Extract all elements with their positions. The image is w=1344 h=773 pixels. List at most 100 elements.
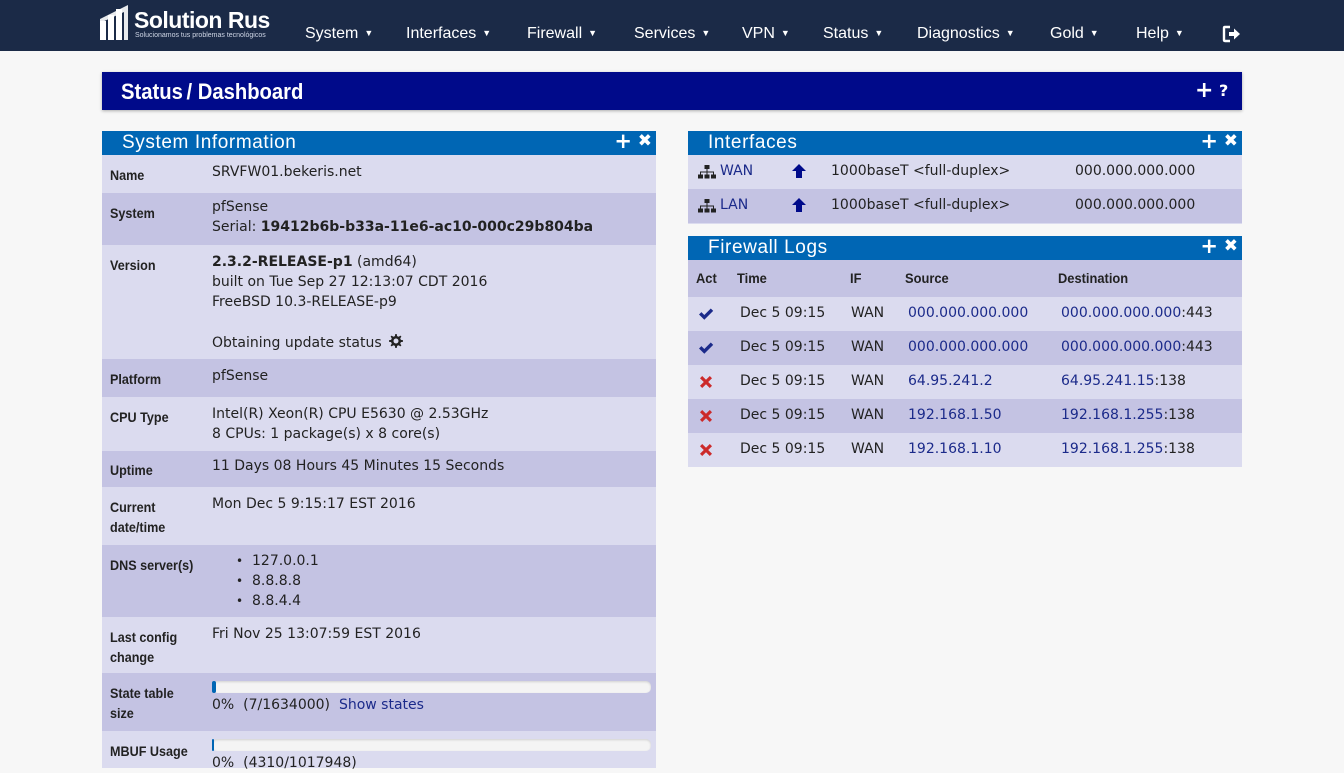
interface-name-link[interactable]: WAN	[720, 163, 753, 179]
nav-interfaces[interactable]: Interfaces ▼	[406, 25, 491, 43]
panel-close-button[interactable]: ✖	[1224, 131, 1238, 151]
panel-title: Interfaces	[708, 132, 798, 153]
nav-vpn[interactable]: VPN ▼	[742, 25, 790, 43]
row-platform: Platform pfSense	[102, 359, 656, 397]
log-destination-link[interactable]: 64.95.241.15	[1061, 373, 1155, 389]
interface-row-wan: WAN 1000baseT <full-duplex> 000.000.000.…	[688, 155, 1242, 189]
nav-label: System	[305, 25, 359, 42]
arrow-up-icon	[792, 198, 806, 212]
log-destination-link[interactable]: 192.168.1.255	[1061, 441, 1163, 457]
state-table-progress-bar	[212, 681, 651, 693]
version-line: 2.3.2-RELEASE-p1 (amd64)	[212, 252, 417, 272]
times-icon[interactable]	[698, 374, 714, 390]
value: pfSense	[212, 368, 269, 384]
log-destination-port: :138	[1163, 407, 1195, 423]
nav-status[interactable]: Status ▼	[823, 25, 883, 43]
firewall-logs-panel: Firewall Logs + ✖ Act Time IF Source Des…	[688, 234, 1242, 467]
log-source-link[interactable]: 192.168.1.50	[908, 407, 1002, 423]
label: DNS server(s)	[110, 557, 194, 573]
sign-out-icon[interactable]	[1222, 24, 1242, 44]
column-header-act: Act	[696, 270, 717, 286]
times-icon[interactable]	[698, 408, 714, 424]
nav-help[interactable]: Help ▼	[1136, 25, 1184, 43]
brand-logo[interactable]: Solution Rus Solucionamos tus problemas …	[98, 5, 278, 45]
table-row: Dec 5 09:15 WAN 000.000.000.000 000.000.…	[688, 297, 1242, 331]
breadcrumb-separator: /	[186, 79, 193, 104]
nav-diagnostics[interactable]: Diagnostics ▼	[917, 25, 1015, 43]
panel-settings-button[interactable]: +	[1200, 129, 1218, 153]
table-header-row: Act Time IF Source Destination	[688, 260, 1242, 297]
panel-close-button[interactable]: ✖	[1224, 236, 1238, 256]
caret-down-icon: ▼	[1174, 28, 1184, 38]
log-interface: WAN	[851, 407, 885, 423]
update-status-line: Obtaining update status	[212, 333, 404, 353]
log-interface: WAN	[851, 441, 885, 457]
progress-fill	[212, 739, 214, 751]
log-destination-port: :138	[1163, 441, 1195, 457]
interface-name-link[interactable]: LAN	[720, 197, 748, 213]
log-source-link[interactable]: 64.95.241.2	[908, 373, 993, 389]
table-row: Dec 5 09:15 WAN 000.000.000.000 000.000.…	[688, 331, 1242, 365]
panel-close-button[interactable]: ✖	[638, 131, 652, 151]
row-system: System pfSense Serial: 19412b6b-b33a-11e…	[102, 193, 656, 245]
panel-settings-button[interactable]: +	[614, 129, 632, 153]
show-states-link[interactable]: Show states	[339, 697, 424, 713]
log-interface: WAN	[851, 373, 885, 389]
label: MBUF Usage	[110, 743, 188, 759]
check-icon[interactable]	[698, 306, 714, 322]
caret-down-icon: ▼	[588, 28, 598, 38]
column-header-if: IF	[850, 270, 862, 286]
log-time: Dec 5 09:15	[740, 305, 826, 321]
top-navbar: Solution Rus Solucionamos tus problemas …	[0, 0, 1344, 51]
cpu-line-2: 8 CPUs: 1 package(s) x 8 core(s)	[212, 426, 441, 442]
gear-icon	[389, 334, 404, 348]
label: Version	[110, 257, 156, 273]
add-widget-button[interactable]: +	[1195, 78, 1213, 103]
nav-label: Help	[1136, 25, 1169, 42]
breadcrumb: Status / Dashboard	[121, 79, 303, 105]
log-source-link[interactable]: 192.168.1.10	[908, 441, 1002, 457]
caret-down-icon: ▼	[780, 28, 790, 38]
column-header-source: Source	[905, 270, 949, 286]
log-destination-link[interactable]: 192.168.1.255	[1061, 407, 1163, 423]
label-line-1: Current	[110, 499, 156, 515]
help-button[interactable]: ?	[1219, 81, 1228, 100]
log-destination-link[interactable]: 000.000.000.000	[1061, 339, 1181, 355]
label-line-2: size	[110, 705, 134, 721]
row-last-config-change: Last config change Fri Nov 25 13:07:59 E…	[102, 617, 656, 673]
log-interface: WAN	[851, 339, 885, 355]
times-icon[interactable]	[698, 442, 714, 458]
log-interface: WAN	[851, 305, 885, 321]
built-line: built on Tue Sep 27 12:13:07 CDT 2016	[212, 274, 488, 290]
panel-settings-button[interactable]: +	[1200, 234, 1218, 258]
row-name: Name SRVFW01.bekeris.net	[102, 155, 656, 193]
log-source-link[interactable]: 000.000.000.000	[908, 339, 1028, 355]
label-line-1: Last config	[110, 629, 178, 645]
log-source-link[interactable]: 000.000.000.000	[908, 305, 1028, 321]
page-title: Dashboard	[197, 79, 304, 104]
label: Uptime	[110, 462, 153, 478]
nav-firewall[interactable]: Firewall ▼	[527, 25, 597, 43]
caret-down-icon: ▼	[701, 28, 711, 38]
interface-ip: 000.000.000.000	[1075, 163, 1196, 179]
nav-label: VPN	[742, 25, 775, 42]
network-sitemap-icon	[698, 199, 716, 213]
breadcrumb-section[interactable]: Status	[121, 79, 183, 104]
nav-system[interactable]: System ▼	[305, 25, 373, 43]
caret-down-icon: ▼	[482, 28, 492, 38]
interfaces-panel: Interfaces + ✖ WAN 1000baseT <full-duple…	[688, 129, 1242, 224]
nav-gold[interactable]: Gold ▼	[1050, 25, 1099, 43]
mbuf-percent: 0%	[212, 755, 235, 771]
brand-name: Solution Rus	[134, 7, 270, 33]
nav-label: Status	[823, 25, 869, 42]
log-destination-port: :443	[1181, 339, 1213, 355]
nav-services[interactable]: Services ▼	[634, 25, 710, 43]
check-icon[interactable]	[698, 340, 714, 356]
log-time: Dec 5 09:15	[740, 407, 826, 423]
panel-header: Interfaces + ✖	[688, 129, 1242, 155]
mbuf-progress-bar	[212, 739, 651, 751]
log-destination-link[interactable]: 000.000.000.000	[1061, 305, 1181, 321]
panel-header: Firewall Logs + ✖	[688, 234, 1242, 260]
log-destination-port: :138	[1154, 373, 1186, 389]
system-information-panel: System Information + ✖ Name SRVFW01.beke…	[102, 129, 656, 771]
